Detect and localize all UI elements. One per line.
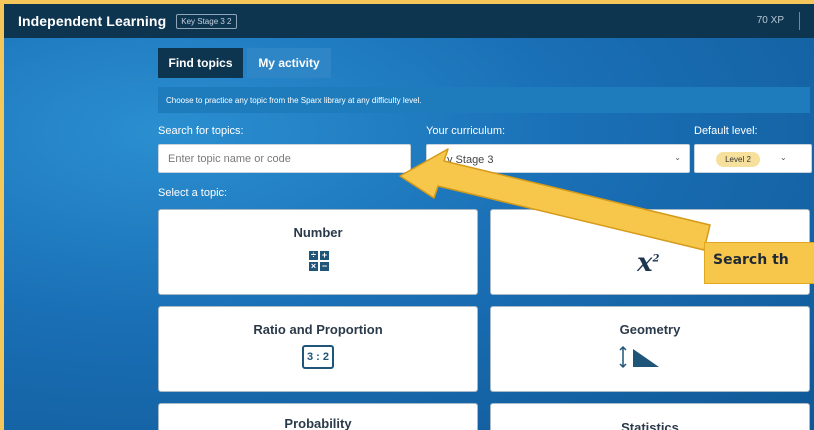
instruction-callout: Search th — [704, 242, 814, 284]
pointer-arrow — [399, 148, 711, 251]
app-window: Independent Learning Key Stage 3 2 70 XP… — [4, 4, 814, 430]
